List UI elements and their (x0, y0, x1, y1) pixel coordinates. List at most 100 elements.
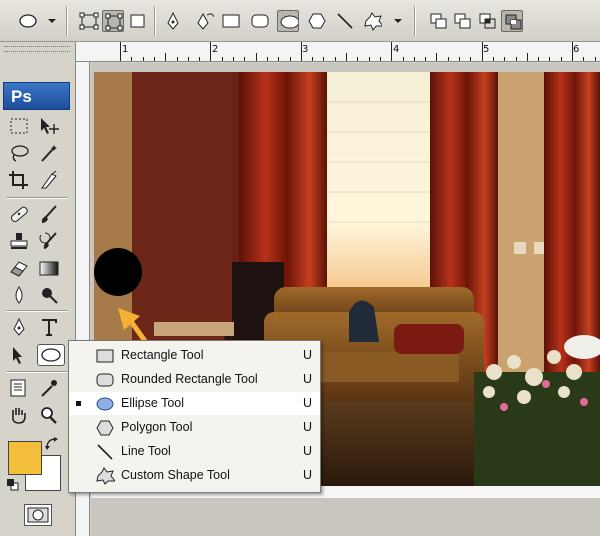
hand-tool[interactable] (7, 404, 31, 426)
chevron-down-icon[interactable] (394, 19, 402, 23)
marquee-tool[interactable] (7, 115, 31, 137)
fill-pixels-icon[interactable] (128, 11, 148, 31)
gradient-icon (39, 261, 59, 276)
ruler-tick (425, 57, 427, 61)
menu-item-label: Ellipse Tool (121, 396, 185, 410)
ruler-tick (289, 57, 291, 61)
shortcut-key: U (303, 396, 313, 410)
dodge-tool[interactable] (37, 284, 61, 306)
eyedropper-icon (41, 380, 57, 397)
dodge-icon (42, 288, 58, 304)
healing-brush-tool[interactable] (7, 203, 31, 225)
move-icon (41, 118, 59, 134)
clone-stamp-tool[interactable] (7, 230, 31, 252)
ellipse-preset-icon[interactable] (18, 13, 38, 29)
magic-wand-tool[interactable] (37, 142, 61, 164)
ruler-tick (255, 53, 257, 61)
shortcut-key: U (303, 444, 313, 458)
menu-item-line-tool[interactable]: Line Tool U (69, 440, 320, 463)
menu-item-rectangle-tool[interactable]: Rectangle Tool U (69, 344, 320, 367)
quick-mask-icon (27, 507, 49, 523)
notes-tool[interactable] (7, 377, 31, 399)
stamp-icon (10, 233, 28, 249)
menu-item-label: Custom Shape Tool (121, 468, 230, 482)
path-selection-tool[interactable] (7, 344, 31, 366)
polygon-icon (96, 420, 114, 436)
rectangle-icon[interactable] (221, 11, 241, 31)
ruler-tick (346, 53, 347, 61)
paths-icon[interactable] (102, 10, 124, 32)
ruler-tick (492, 57, 494, 61)
shortcut-key: U (303, 372, 313, 386)
ruler-tick (323, 57, 325, 61)
menu-item-rounded-rectangle-tool[interactable]: Rounded Rectangle Tool U (69, 368, 320, 391)
rounded-rectangle-icon (96, 373, 114, 387)
ruler-tick (379, 57, 381, 61)
water-drop-icon (15, 286, 23, 304)
brush-tool[interactable] (37, 203, 61, 225)
pen-icon[interactable] (163, 11, 183, 31)
pen-icon (13, 317, 25, 336)
custom-shape-icon (96, 467, 115, 485)
ruler-tick (560, 57, 562, 61)
gradient-tool[interactable] (37, 257, 61, 279)
type-tool[interactable] (37, 316, 61, 338)
exclude-overlapping-shape-areas-icon[interactable] (501, 10, 523, 32)
ruler-tick (368, 57, 370, 61)
freeform-pen-icon[interactable] (194, 11, 214, 31)
quick-mask-button[interactable] (24, 504, 52, 526)
shape-tool[interactable] (37, 344, 65, 366)
horizontal-ruler: 1 2 3 4 5 6 (76, 42, 600, 62)
intersect-shape-areas-icon[interactable] (477, 11, 497, 31)
chevron-down-icon[interactable] (48, 19, 56, 23)
swap-colors-icon[interactable] (44, 436, 60, 452)
ruler-tick (538, 57, 540, 61)
lasso-tool[interactable] (7, 142, 31, 164)
toolbox-grip[interactable] (4, 46, 70, 52)
move-tool[interactable] (37, 115, 61, 137)
custom-shape-icon[interactable] (362, 11, 382, 31)
eraser-icon (10, 261, 28, 277)
photoshop-logo[interactable]: Ps (3, 82, 70, 110)
add-to-shape-area-icon[interactable] (428, 11, 448, 31)
zoom-tool[interactable] (37, 404, 61, 426)
ruler-tick (436, 53, 438, 61)
shape-layers-icon[interactable] (79, 11, 99, 31)
eraser-tool[interactable] (7, 257, 31, 279)
ruler-tick (187, 57, 189, 61)
foreground-color-swatch[interactable] (8, 441, 42, 475)
ruler-tick (583, 57, 585, 61)
ruler-tick (504, 57, 506, 61)
hand-icon (12, 408, 26, 424)
ellipse-icon (96, 397, 114, 411)
polygon-icon[interactable] (307, 11, 327, 31)
ruler-label: 6 (573, 44, 580, 55)
ruler-tick (549, 57, 551, 61)
default-colors-icon[interactable] (6, 478, 20, 492)
ruler-tick (459, 57, 460, 61)
ruler-tick (153, 57, 155, 61)
ruler-tick (221, 57, 223, 61)
pen-tool[interactable] (7, 316, 31, 338)
ruler-tick (131, 57, 133, 61)
crop-icon (9, 171, 28, 189)
crop-tool[interactable] (7, 169, 31, 191)
ruler-tick (233, 57, 234, 61)
slice-tool[interactable] (37, 169, 61, 191)
menu-item-ellipse-tool[interactable]: Ellipse Tool U (69, 392, 320, 415)
shortcut-key: U (303, 348, 313, 362)
eyedropper-tool[interactable] (37, 377, 61, 399)
ellipse-icon[interactable] (277, 10, 299, 32)
history-brush-tool[interactable] (37, 230, 61, 252)
subtract-from-shape-area-icon[interactable] (452, 11, 472, 31)
blur-tool[interactable] (7, 284, 31, 306)
shape-tool-flyout-menu: Rectangle Tool U Rounded Rectangle Tool … (68, 340, 321, 493)
menu-item-label: Polygon Tool (121, 420, 193, 434)
rounded-rectangle-icon[interactable] (250, 11, 270, 31)
ruler-tick (244, 57, 246, 61)
menu-item-custom-shape-tool[interactable]: Custom Shape Tool U (69, 464, 320, 487)
ruler-tick (199, 57, 201, 61)
shortcut-key: U (303, 420, 313, 434)
menu-item-polygon-tool[interactable]: Polygon Tool U (69, 416, 320, 439)
line-icon[interactable] (335, 11, 355, 31)
